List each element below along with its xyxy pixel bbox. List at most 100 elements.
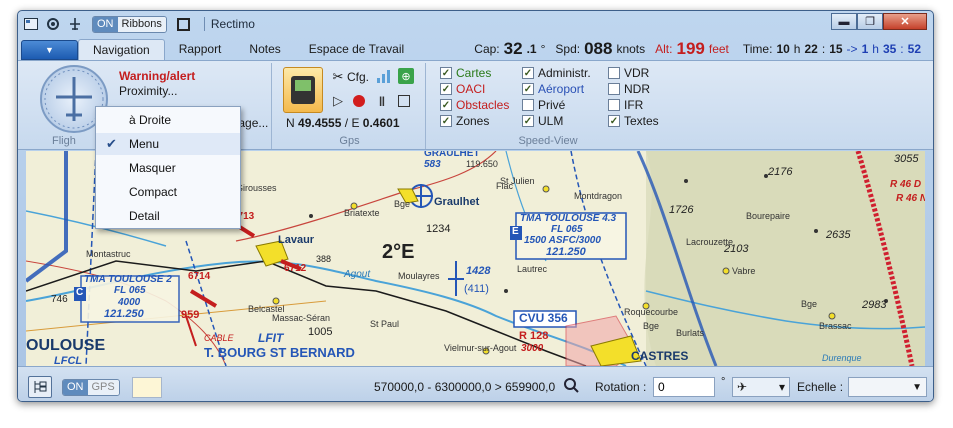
tab-notes[interactable]: Notes (235, 39, 294, 60)
rotation-input[interactable] (653, 377, 715, 397)
layer-oaci[interactable]: ✓ OACI (440, 82, 485, 96)
checkbox-cartes[interactable]: ✓ (440, 67, 452, 79)
window-title: Rectimo (203, 17, 255, 31)
extra-ifr[interactable]: IFR (608, 98, 643, 112)
title-bar: ON Ribbons Rectimo ▬ ❐ ✕ (18, 11, 933, 37)
stop-icon[interactable] (396, 93, 412, 109)
map-label-elev-1005: 1005 (308, 326, 333, 338)
menu-item-menu[interactable]: ✔ Menu (96, 133, 240, 155)
play-icon[interactable]: ▷ (330, 93, 346, 109)
extra-vdr[interactable]: VDR (608, 66, 649, 80)
map-label-r128: R 128 (519, 330, 549, 342)
cap-unit: ° (540, 42, 546, 56)
layer-zones[interactable]: ✓ Zones (440, 114, 489, 128)
type-aeroport[interactable]: ✓ Aéroport (522, 82, 584, 96)
extra-textes[interactable]: ✓ Textes (608, 114, 659, 128)
app-menu-button[interactable]: ▼ (21, 40, 78, 60)
map-label-cvu-356: CVU 356 (519, 311, 568, 325)
eta-sep: : (900, 42, 904, 56)
alt-label: Alt: (655, 42, 673, 56)
ribbons-on-label: ON (93, 16, 118, 32)
gps-group: ✂ Cfg. ⊕ ▷ ‖ N 49.4555 / E 0.4601 Gps (274, 63, 426, 149)
checkbox-obstacles[interactable]: ✓ (440, 99, 452, 111)
tab-navigation[interactable]: Navigation (78, 39, 165, 60)
type-ulm[interactable]: ✓ ULM (522, 114, 563, 128)
checkbox-zones[interactable]: ✓ (440, 115, 452, 127)
tab-rapport[interactable]: Rapport (165, 39, 236, 60)
tools-icon[interactable]: ✂ (330, 69, 346, 85)
locate-icon[interactable]: ⊕ (398, 68, 414, 84)
cfg-button[interactable]: Cfg. (347, 70, 369, 84)
eta-h-unit: h (872, 42, 879, 56)
eta-minutes: 35 (882, 42, 897, 56)
layer-zones-label: Zones (456, 114, 490, 128)
ribbon-position-menu: à Droite ✔ Menu Masquer Compact Detail (95, 106, 241, 229)
map-label-burlats: Burlats (676, 328, 705, 338)
map-label-lacrouzette: Lacrouzette (686, 237, 734, 247)
type-ulm-label: ULM (538, 114, 564, 128)
checkbox-textes[interactable]: ✓ (608, 115, 620, 127)
app-icon[interactable] (22, 15, 40, 33)
rotation-label: Rotation : (595, 380, 647, 394)
maximize-button[interactable]: ❐ (857, 13, 883, 30)
map-label-moulayres: Moulayres (398, 271, 440, 281)
gps-device-button[interactable] (283, 67, 323, 113)
status-indicator[interactable] (132, 377, 162, 398)
ribbons-toggle[interactable]: ON Ribbons (92, 15, 167, 33)
checkbox-prive[interactable] (522, 99, 534, 111)
extra-ndr-label: NDR (624, 82, 650, 96)
menu-item-a-droite[interactable]: à Droite (96, 109, 240, 131)
type-prive[interactable]: Privé (522, 98, 565, 112)
layer-oaci-label: OACI (456, 82, 486, 96)
pause-icon[interactable]: ‖ (374, 93, 390, 109)
gps-toggle[interactable]: ON GPS (62, 379, 120, 396)
menu-item-compact[interactable]: Compact (96, 181, 240, 203)
zoom-extent-icon[interactable] (563, 377, 579, 396)
coord-e-value: 0.4601 (362, 116, 400, 130)
checkbox-aeroport[interactable]: ✓ (522, 83, 534, 95)
checkbox-ndr[interactable] (608, 83, 620, 95)
airplane-icon[interactable] (66, 15, 84, 33)
minimize-button[interactable]: ▬ (831, 13, 857, 30)
map-label-durenque: Durenque (822, 353, 862, 363)
menu-item-detail[interactable]: Detail (96, 205, 240, 227)
warning-alert-button[interactable]: Warning/alert (119, 69, 195, 83)
gps-group-label: Gps (339, 135, 360, 147)
type-administr[interactable]: ✓ Administr. (522, 66, 591, 80)
tab-espace-de-travail[interactable]: Espace de Travail (295, 39, 418, 60)
signal-bars-icon[interactable] (376, 68, 392, 84)
extra-ndr[interactable]: NDR (608, 82, 650, 96)
echelle-select[interactable]: ▼ (848, 377, 927, 397)
layer-obstacles-label: Obstacles (456, 98, 510, 112)
map-label-elev-3055: 3055 (894, 153, 919, 165)
bottom-status-bar: ON GPS 570000,0 - 6300000,0 > 659900,0 R… (18, 366, 933, 401)
checkbox-vdr[interactable] (608, 67, 620, 79)
checkbox-ulm[interactable]: ✓ (522, 115, 534, 127)
settings-gear-icon[interactable] (44, 15, 62, 33)
close-button[interactable]: ✕ (883, 13, 927, 30)
ribbons-label: Ribbons (117, 16, 166, 32)
checkbox-oaci[interactable]: ✓ (440, 83, 452, 95)
checkbox-ifr[interactable] (608, 99, 620, 111)
checkbox-administr[interactable]: ✓ (522, 67, 534, 79)
menu-item-masquer[interactable]: Masquer (96, 157, 240, 179)
rotation-unit: ° (721, 376, 726, 388)
map-label-alt-4000: 4000 (118, 297, 141, 308)
menu-item-menu-label: Menu (129, 137, 160, 151)
layer-obstacles[interactable]: ✓ Obstacles (440, 98, 509, 112)
orientation-select[interactable]: ✈ ▾ (732, 377, 790, 397)
layer-cartes[interactable]: ✓ Cartes (440, 66, 491, 80)
map-label-vabre: Vabre (732, 266, 756, 276)
record-icon[interactable] (351, 93, 367, 109)
map-label-brassac: Brassac (819, 321, 852, 331)
proximity-button[interactable]: Proximity... (119, 84, 177, 98)
echelle-label: Echelle : (797, 380, 844, 394)
ribbon-tabs: ▼ Navigation Rapport Notes Espace de Tra… (18, 38, 933, 60)
map-label-ndb-411: (411) (464, 283, 489, 295)
type-aeroport-label: Aéroport (538, 82, 585, 96)
spd-value: 088 (584, 39, 613, 58)
map-label-st-paul: St Paul (370, 319, 400, 329)
fullscreen-toggle-icon[interactable] (176, 17, 190, 31)
eta-hours: 1 (861, 42, 869, 56)
tree-view-icon[interactable] (28, 376, 52, 398)
